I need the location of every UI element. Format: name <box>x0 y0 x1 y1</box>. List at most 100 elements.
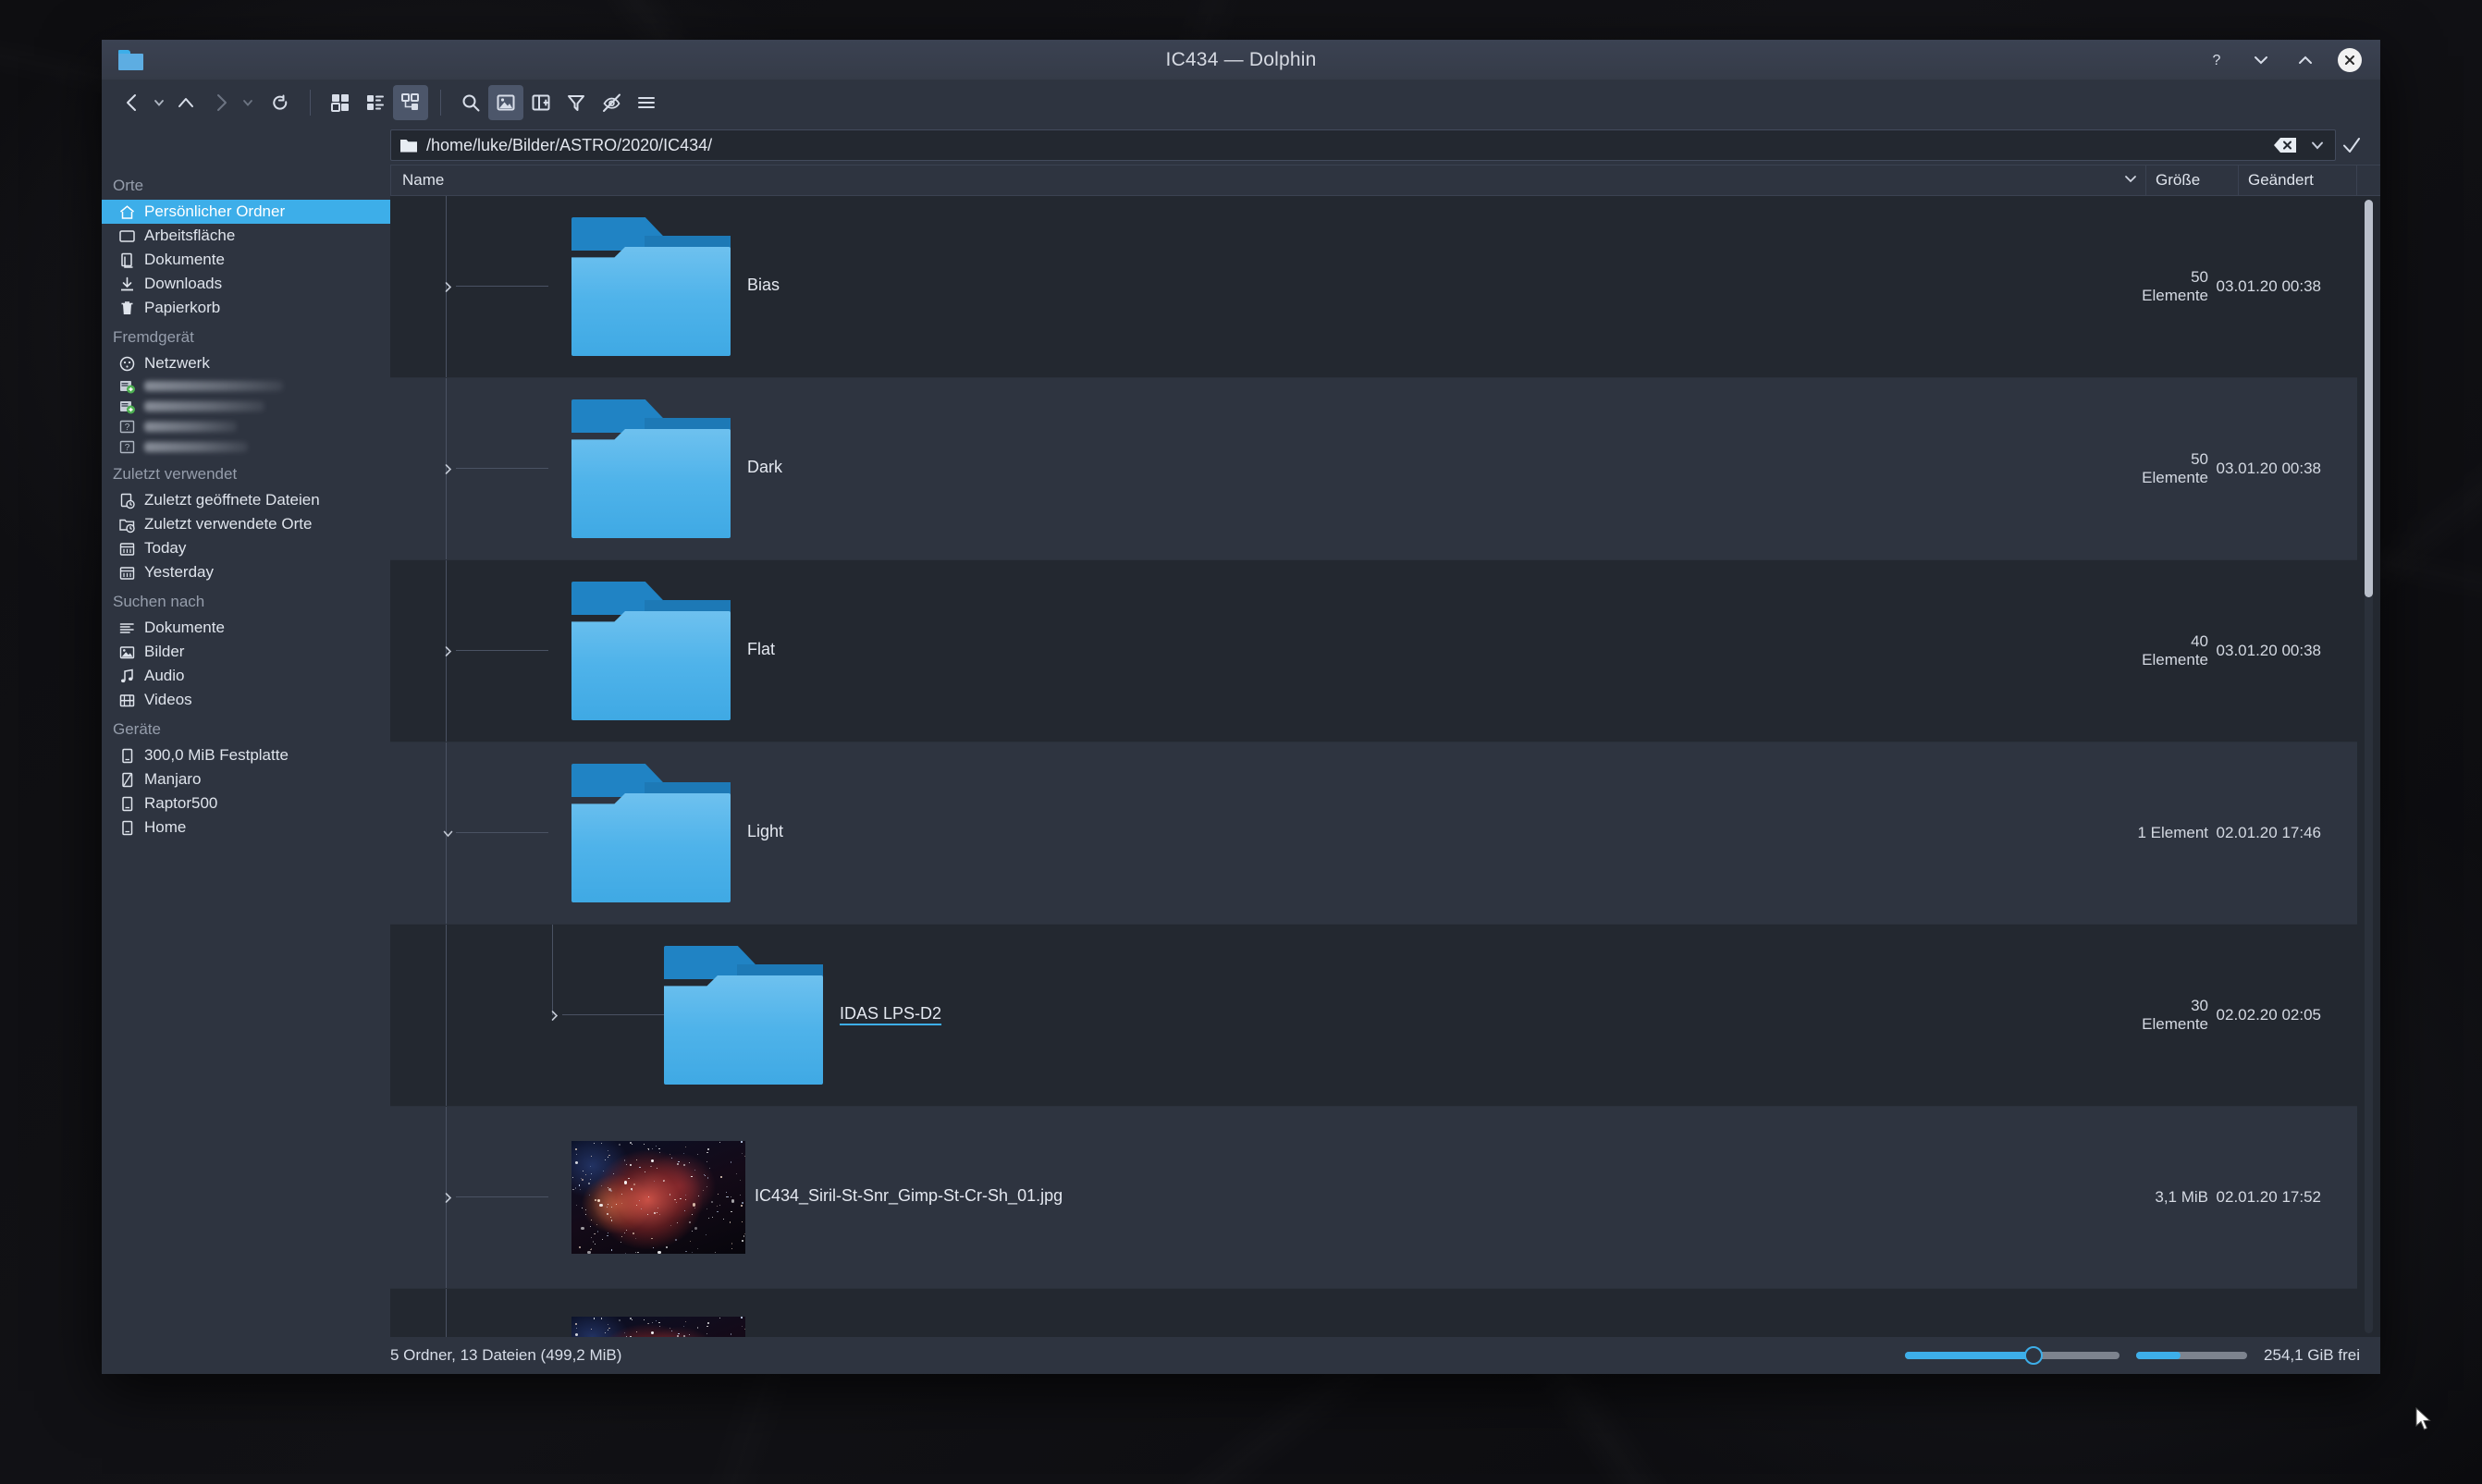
folder-icon <box>571 764 731 902</box>
table-row[interactable]: Light1 Element02.01.20 17:46 <box>390 742 2357 925</box>
file-name-label[interactable]: Light <box>747 822 783 841</box>
eye-slash-icon[interactable] <box>594 85 629 120</box>
table-row[interactable]: Bias50 Elemente03.01.20 00:38 <box>390 196 2357 378</box>
tree-expand-chevron-right-icon[interactable] <box>439 278 456 295</box>
row-name-cell: Dark <box>390 378 2123 559</box>
document-lines-icon <box>118 619 136 637</box>
page-title: IC434 — Dolphin <box>102 49 2380 71</box>
file-modified-cell: 03.01.20 00:38 <box>2216 460 2334 478</box>
up-button[interactable] <box>168 85 203 120</box>
sidebar-item-redacted[interactable] <box>102 396 390 416</box>
table-row[interactable]: Flat40 Elemente03.01.20 00:38 <box>390 560 2357 742</box>
forward-button[interactable] <box>203 85 239 120</box>
places-sidebar[interactable]: OrtePersönlicher OrdnerArbeitsflächeDoku… <box>102 165 390 1374</box>
tree-guide-line <box>456 468 548 469</box>
sidebar-item-manjaro[interactable]: Manjaro <box>102 767 390 791</box>
tree-expand-chevron-right-icon[interactable] <box>546 1007 562 1024</box>
file-name-label[interactable]: IC434_Siril-St-Snr_Gimp-St-Cr-Sh_01.jpg <box>755 1186 1063 1206</box>
row-name-cell: Light <box>390 742 2123 924</box>
sidebar-item-dokumente[interactable]: Dokumente <box>102 616 390 640</box>
redacted-label <box>144 381 283 391</box>
sidebar-item-zuletzt-verwendete-orte[interactable]: Zuletzt verwendete Orte <box>102 512 390 536</box>
sidebar-item-arbeitsfl-che[interactable]: Arbeitsfläche <box>102 224 390 248</box>
file-modified-cell: 03.01.20 00:38 <box>2216 277 2334 296</box>
column-headers: Name Größe Geändert <box>390 165 2380 196</box>
sidebar-item-dokumente[interactable]: Dokumente <box>102 248 390 272</box>
back-history-chevron-down-icon[interactable] <box>150 85 168 120</box>
dolphin-window: IC434 — Dolphin ? <box>102 40 2380 1374</box>
file-modified-cell: 03.01.20 00:38 <box>2216 642 2334 660</box>
table-row[interactable] <box>390 1289 2357 1337</box>
question-mark-icon[interactable]: ? <box>2205 48 2229 72</box>
sort-chevron-down-icon[interactable] <box>2123 171 2138 190</box>
sidebar-item-zuletzt-ge-ffnete-dateien[interactable]: Zuletzt geöffnete Dateien <box>102 488 390 512</box>
image-thumbnail <box>571 1141 745 1254</box>
sidebar-item-pers-nlicher-ordner[interactable]: Persönlicher Ordner <box>102 200 390 224</box>
sidebar-item-home[interactable]: Home <box>102 816 390 840</box>
compact-view-icon[interactable] <box>358 85 393 120</box>
reload-icon[interactable] <box>263 85 298 120</box>
table-row[interactable]: IC434_Siril-St-Snr_Gimp-St-Cr-Sh_01.jpg3… <box>390 1107 2357 1289</box>
window-body: OrtePersönlicher OrdnerArbeitsflächeDoku… <box>102 165 2380 1374</box>
film-icon <box>118 692 136 709</box>
image-preview-icon[interactable] <box>488 85 523 120</box>
tree-collapse-chevron-down-icon[interactable] <box>439 825 456 841</box>
main-toolbar <box>102 80 2380 126</box>
calendar-icon <box>118 564 136 582</box>
svg-text:?: ? <box>2213 53 2221 68</box>
sidebar-item-redacted[interactable]: ? <box>102 436 390 457</box>
grid-view-icon[interactable] <box>323 85 358 120</box>
column-header-modified-label: Geändert <box>2248 171 2314 190</box>
back-button[interactable] <box>115 85 150 120</box>
file-name-label[interactable]: Bias <box>747 276 780 295</box>
sidebar-item-redacted[interactable] <box>102 375 390 396</box>
funnel-filter-icon[interactable] <box>559 85 594 120</box>
sidebar-item-bilder[interactable]: Bilder <box>102 640 390 664</box>
hamburger-menu-icon[interactable] <box>629 85 664 120</box>
sidebar-item-papierkorb[interactable]: Papierkorb <box>102 296 390 320</box>
sidebar-item-videos[interactable]: Videos <box>102 688 390 712</box>
tree-guide-line <box>446 925 447 1106</box>
details-view-icon[interactable] <box>393 85 428 120</box>
sidebar-item-300-0-mib-festplatte[interactable]: 300,0 MiB Festplatte <box>102 743 390 767</box>
column-header-size[interactable]: Größe <box>2146 165 2239 196</box>
sidebar-item-label: Zuletzt verwendete Orte <box>144 515 312 534</box>
file-list[interactable]: Bias50 Elemente03.01.20 00:38Dark50 Elem… <box>390 196 2380 1337</box>
table-row[interactable]: IDAS LPS-D230 Elemente02.02.20 02:05 <box>390 925 2357 1107</box>
scrollbar-thumb[interactable] <box>2365 200 2373 597</box>
tree-expand-chevron-right-icon[interactable] <box>439 1189 456 1206</box>
sidebar-item-today[interactable]: Today <box>102 536 390 560</box>
sidebar-item-raptor500[interactable]: Raptor500 <box>102 791 390 816</box>
location-input[interactable]: /home/luke/Bilder/ASTRO/2020/IC434/ <box>390 129 2336 161</box>
location-path-text: /home/luke/Bilder/ASTRO/2020/IC434/ <box>426 136 712 155</box>
sidebar-item-redacted[interactable]: ? <box>102 416 390 436</box>
table-row[interactable]: Dark50 Elemente03.01.20 00:38 <box>390 378 2357 560</box>
column-header-modified[interactable]: Geändert <box>2239 165 2357 196</box>
sidebar-item-audio[interactable]: Audio <box>102 664 390 688</box>
vertical-scrollbar[interactable] <box>2357 196 2380 1337</box>
close-icon[interactable] <box>2338 48 2362 72</box>
column-header-name[interactable]: Name <box>390 165 2146 196</box>
tree-guide-line <box>552 925 553 1015</box>
location-chevron-down-icon[interactable] <box>2305 133 2329 157</box>
sidebar-item-netzwerk[interactable]: Netzwerk <box>102 351 390 375</box>
disk-space-bar <box>2136 1352 2247 1359</box>
sidebar-item-label: Bilder <box>144 643 184 661</box>
zoom-slider[interactable] <box>1905 1346 2120 1365</box>
file-name-label[interactable]: Flat <box>747 640 775 659</box>
chevron-down-icon[interactable] <box>2249 48 2273 72</box>
tree-expand-chevron-right-icon[interactable] <box>439 460 456 477</box>
backspace-clear-icon[interactable] <box>2272 136 2297 155</box>
sidebar-item-downloads[interactable]: Downloads <box>102 272 390 296</box>
file-name-label[interactable]: Dark <box>747 458 782 477</box>
file-size-cell: 30 Elemente <box>2123 997 2216 1034</box>
forward-history-chevron-down-icon[interactable] <box>239 85 257 120</box>
file-name-label[interactable]: IDAS LPS-D2 <box>840 1004 941 1024</box>
split-view-icon[interactable] <box>523 85 559 120</box>
tree-expand-chevron-right-icon[interactable] <box>439 643 456 659</box>
check-icon[interactable] <box>2336 129 2367 161</box>
sidebar-item-yesterday[interactable]: Yesterday <box>102 560 390 584</box>
search-icon[interactable] <box>453 85 488 120</box>
toolbar-separator-2 <box>440 90 441 116</box>
chevron-up-icon[interactable] <box>2293 48 2317 72</box>
